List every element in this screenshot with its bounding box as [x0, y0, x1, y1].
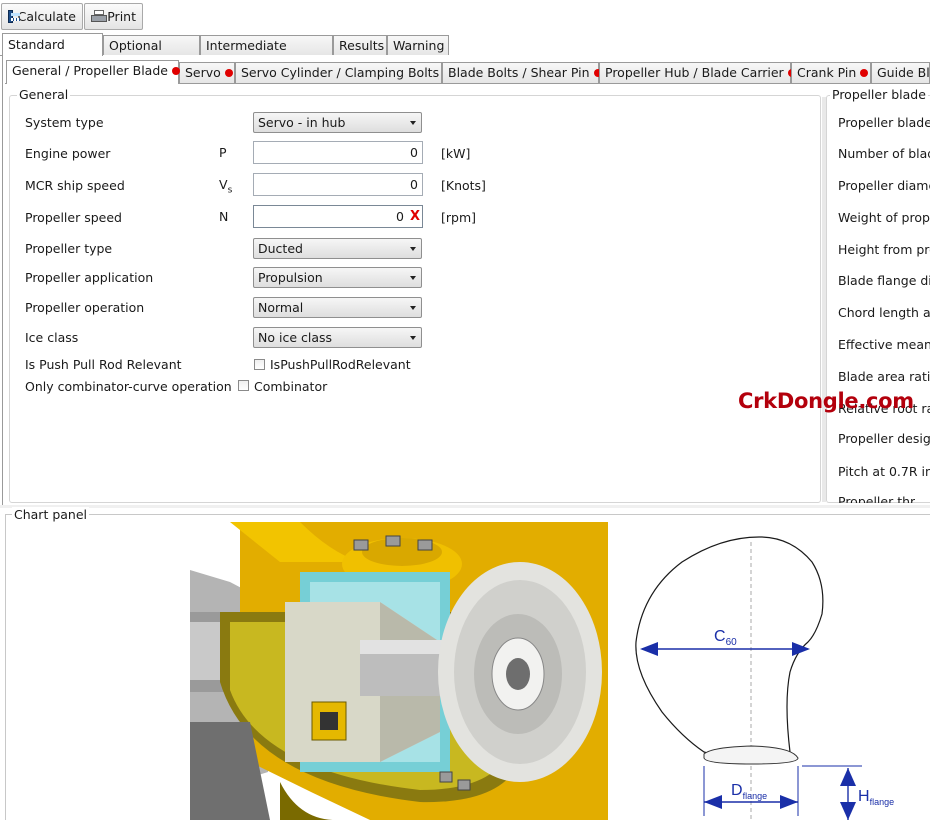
chevron-down-icon	[410, 336, 416, 340]
panel-splitter[interactable]	[0, 505, 930, 508]
propeller-speed-input[interactable]: 0	[253, 205, 423, 228]
push-pull-label: Is Push Pull Rod Relevant	[25, 357, 182, 372]
engine-power-unit: [kW]	[441, 146, 471, 161]
tab-crank-pin[interactable]: Crank Pin	[791, 62, 871, 83]
propeller-operation-select[interactable]: Normal	[253, 297, 422, 318]
print-button[interactable]: Print	[84, 3, 143, 30]
tab-intermediate-results[interactable]: Intermediate Results	[200, 35, 333, 72]
mcr-speed-label: MCR ship speed	[25, 178, 125, 193]
tab-warning[interactable]: Warning	[387, 35, 449, 55]
chord-dimension-label: C60	[714, 628, 737, 649]
propeller-blade-label: Propeller thr	[838, 494, 916, 503]
tab-servo[interactable]: Servo	[179, 62, 235, 83]
propeller-type-label: Propeller type	[25, 241, 113, 256]
engine-power-symbol: P	[219, 145, 227, 160]
system-type-value: Servo - in hub	[258, 115, 346, 130]
tab-propeller-hub[interactable]: Propeller Hub / Blade Carrier	[599, 62, 796, 83]
propeller-blade-label: Propeller diame	[838, 178, 930, 193]
combinator-checkbox-label: Combinator	[254, 379, 328, 394]
propeller-type-select[interactable]: Ducted	[253, 238, 422, 259]
calculate-button-label: Calculate	[17, 9, 76, 24]
ice-class-select[interactable]: No ice class	[253, 327, 422, 348]
sub-tab-strip: General / Propeller Blade Servo Servo Cy…	[0, 60, 930, 84]
main-tab-strip: Standard Input Optional Input Intermedia…	[0, 33, 930, 73]
propeller-blade-label: Pitch at 0.7R in N	[838, 464, 930, 479]
tab-label: Servo Cylinder / Clamping Bolts	[241, 65, 440, 80]
print-button-label: Print	[107, 9, 136, 24]
propeller-operation-value: Normal	[258, 300, 304, 315]
blade-dimension-diagram	[612, 522, 930, 820]
mcr-speed-unit: [Knots]	[441, 178, 486, 193]
ice-class-label: Ice class	[25, 330, 79, 345]
error-dot-icon	[860, 69, 869, 77]
push-pull-checkbox[interactable]	[254, 359, 265, 370]
propeller-application-label: Propeller application	[25, 270, 154, 285]
tab-label: Blade Bolts / Shear Pin	[448, 65, 590, 80]
tab-label: Crank Pin	[797, 65, 857, 80]
calculate-button[interactable]: Calculate	[1, 3, 83, 30]
tab-label: Propeller Hub / Blade Carrier	[605, 65, 784, 80]
propeller-type-value: Ducted	[258, 241, 303, 256]
watermark: CrkDongle.com	[738, 389, 914, 413]
tab-label: Guide Blo	[877, 65, 930, 80]
propeller-blade-label: Effective mean v	[838, 337, 930, 352]
propeller-application-select[interactable]: Propulsion	[253, 267, 422, 288]
error-dot-icon	[171, 67, 180, 75]
mcr-speed-input[interactable]: 0	[253, 173, 423, 196]
propeller-blade-label: Weight of prope	[838, 210, 930, 225]
system-type-label: System type	[25, 115, 104, 130]
propeller-blade-group-title: Propeller blade	[830, 87, 928, 102]
combinator-checkbox[interactable]	[238, 380, 249, 391]
error-dot-icon	[224, 69, 233, 77]
tab-label: General / Propeller Blade	[12, 63, 168, 78]
tab-servo-cylinder[interactable]: Servo Cylinder / Clamping Bolts	[235, 62, 452, 83]
propeller-speed-symbol: N	[219, 209, 229, 224]
engine-power-label: Engine power	[25, 146, 111, 161]
tab-label: Servo	[185, 65, 221, 80]
propeller-blade-label: Propeller blade r	[838, 115, 930, 130]
tab-standard-input[interactable]: Standard Input	[2, 33, 103, 73]
toolbar: Calculate Print	[0, 0, 930, 32]
propeller-application-value: Propulsion	[258, 270, 323, 285]
mcr-speed-symbol: Vs	[219, 177, 233, 196]
propeller-speed-label: Propeller speed	[25, 210, 122, 225]
general-group-title: General	[17, 87, 71, 102]
error-x-icon: X	[410, 209, 421, 224]
propeller-speed-unit: [rpm]	[441, 210, 477, 225]
ice-class-value: No ice class	[258, 330, 333, 345]
tab-general-propeller-blade[interactable]: General / Propeller Blade	[6, 60, 180, 84]
tab-blade-bolts[interactable]: Blade Bolts / Shear Pin	[442, 62, 602, 83]
chevron-down-icon	[410, 306, 416, 310]
tab-optional-input[interactable]: Optional Input	[103, 35, 200, 72]
chart-panel-title: Chart panel	[12, 507, 90, 522]
flange-height-label: Hflange	[858, 788, 895, 808]
propeller-operation-label: Propeller operation	[25, 300, 145, 315]
calculator-icon	[8, 10, 20, 23]
propeller-blade-label: Chord length at	[838, 305, 930, 320]
propeller-hub-cutaway-image	[190, 522, 608, 820]
propeller-blade-label: Blade area ratio	[838, 369, 930, 384]
system-type-select[interactable]: Servo - in hub	[253, 112, 422, 133]
propeller-blade-label: Number of blad	[838, 146, 930, 161]
chevron-down-icon	[410, 121, 416, 125]
propeller-blade-label: Height from pro	[838, 242, 930, 257]
tab-guide-block[interactable]: Guide Blo	[871, 62, 930, 83]
chevron-down-icon	[410, 276, 416, 280]
engine-power-input[interactable]: 0	[253, 141, 423, 164]
push-pull-checkbox-label: IsPushPullRodRelevant	[270, 357, 411, 372]
propeller-blade-label: Propeller design	[838, 431, 930, 446]
flange-diameter-label: Dflange	[731, 782, 768, 802]
combinator-label: Only combinator-curve operation	[25, 379, 232, 394]
printer-icon	[91, 9, 107, 24]
tab-results[interactable]: Results	[333, 35, 387, 55]
chevron-down-icon	[410, 247, 416, 251]
propeller-blade-label: Blade flange dia	[838, 273, 930, 288]
